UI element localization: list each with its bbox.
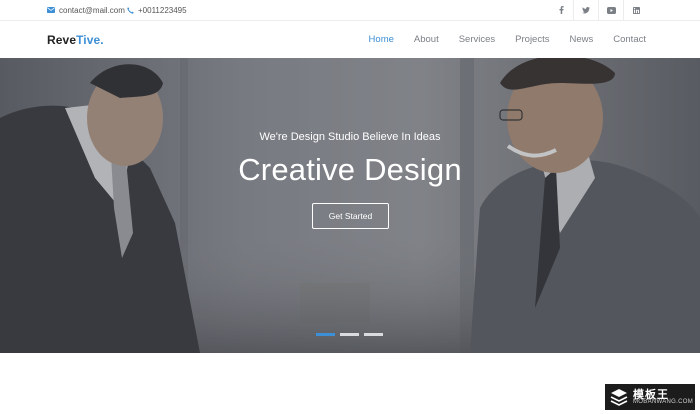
nav-news[interactable]: News [569, 34, 593, 45]
nav-about[interactable]: About [414, 34, 439, 45]
top-bar: contact@mail.com +0011223495 [0, 0, 700, 21]
nav-projects[interactable]: Projects [515, 34, 549, 45]
contact-phone[interactable]: +0011223495 [127, 0, 187, 20]
site-header: ReveTive. Home About Services Projects N… [0, 21, 700, 58]
email-text: contact@mail.com [59, 5, 125, 15]
hero-slider: We're Design Studio Believe In Ideas Cre… [0, 58, 700, 353]
nav-services[interactable]: Services [459, 34, 495, 45]
slide-dot-3[interactable] [364, 333, 383, 336]
slide-dot-1[interactable] [316, 333, 335, 336]
phone-text: +0011223495 [138, 5, 187, 15]
slider-pagination [316, 333, 383, 336]
watermark-logo: 模板王 MOBANWANG.COM [605, 384, 695, 410]
envelope-icon [47, 7, 55, 13]
logo-accent: Tive. [76, 33, 104, 47]
hero-title: Creative Design [238, 152, 462, 187]
get-started-button[interactable]: Get Started [312, 203, 389, 229]
nav-contact[interactable]: Contact [613, 34, 646, 45]
twitter-icon[interactable] [573, 0, 598, 20]
nav-home[interactable]: Home [369, 34, 394, 45]
facebook-icon[interactable] [549, 0, 573, 20]
phone-icon [127, 6, 134, 14]
main-nav: Home About Services Projects News Contac… [369, 21, 646, 58]
watermark-text-en: MOBANWANG.COM [633, 399, 694, 405]
slide-dot-2[interactable] [340, 333, 359, 336]
contact-email[interactable]: contact@mail.com [47, 0, 125, 20]
watermark-mark-icon [610, 388, 628, 411]
linkedin-icon[interactable] [623, 0, 648, 20]
logo-text: Reve [47, 33, 77, 47]
social-links [549, 0, 648, 20]
hero-subtitle: We're Design Studio Believe In Ideas [259, 131, 441, 143]
site-logo[interactable]: ReveTive. [47, 33, 104, 47]
youtube-icon[interactable] [598, 0, 623, 20]
